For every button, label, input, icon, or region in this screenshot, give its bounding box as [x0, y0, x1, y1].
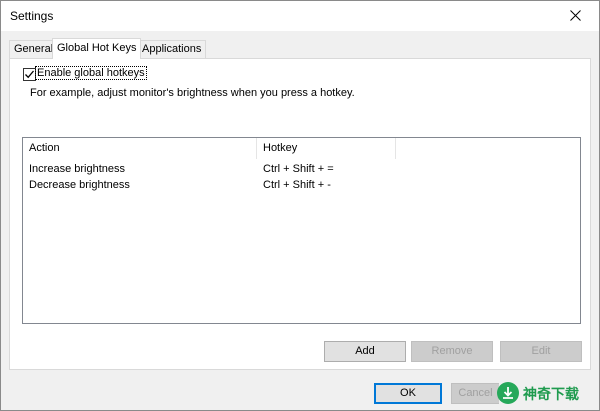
watermark: 神奇下载: [497, 382, 595, 406]
remove-button[interactable]: Remove: [411, 341, 493, 362]
add-button[interactable]: Add: [324, 341, 406, 362]
tab-applications[interactable]: Applications: [137, 40, 207, 58]
checkmark-icon: [25, 70, 34, 79]
close-icon: [570, 10, 581, 21]
tab-global-hot-keys[interactable]: Global Hot Keys: [52, 38, 142, 59]
column-header-hotkey[interactable]: Hotkey: [257, 138, 396, 159]
list-header: Action Hotkey: [23, 138, 580, 159]
window-title: Settings: [10, 9, 54, 23]
list-item-hotkey: Ctrl + Shift + -: [263, 179, 331, 191]
list-item-action: Decrease brightness: [29, 179, 130, 191]
list-item-action: Increase brightness: [29, 163, 125, 175]
tab-general[interactable]: General: [9, 40, 59, 58]
list-item[interactable]: Increase brightness Ctrl + Shift + =: [23, 161, 580, 177]
cancel-button[interactable]: Cancel: [451, 383, 499, 404]
edit-button[interactable]: Edit: [500, 341, 582, 362]
list-item-hotkey: Ctrl + Shift + =: [263, 163, 334, 175]
tab-panel: Enable global hotkeys For example, adjus…: [9, 58, 591, 370]
close-button[interactable]: [553, 1, 599, 31]
list-item[interactable]: Decrease brightness Ctrl + Shift + -: [23, 177, 580, 193]
title-bar: Settings: [1, 1, 599, 31]
ok-button[interactable]: OK: [374, 383, 442, 404]
hotkeys-description: For example, adjust monitor's brightness…: [30, 87, 355, 99]
settings-window: Settings General Global Hot Keys Applica…: [0, 0, 600, 411]
hotkeys-list[interactable]: Action Hotkey Increase brightness Ctrl +…: [22, 137, 581, 324]
download-logo-icon: [497, 382, 519, 404]
column-header-action[interactable]: Action: [23, 138, 257, 159]
enable-global-hotkeys-label[interactable]: Enable global hotkeys: [35, 66, 147, 80]
enable-global-hotkeys-checkbox[interactable]: [23, 68, 36, 81]
watermark-text: 神奇下载: [523, 386, 579, 402]
